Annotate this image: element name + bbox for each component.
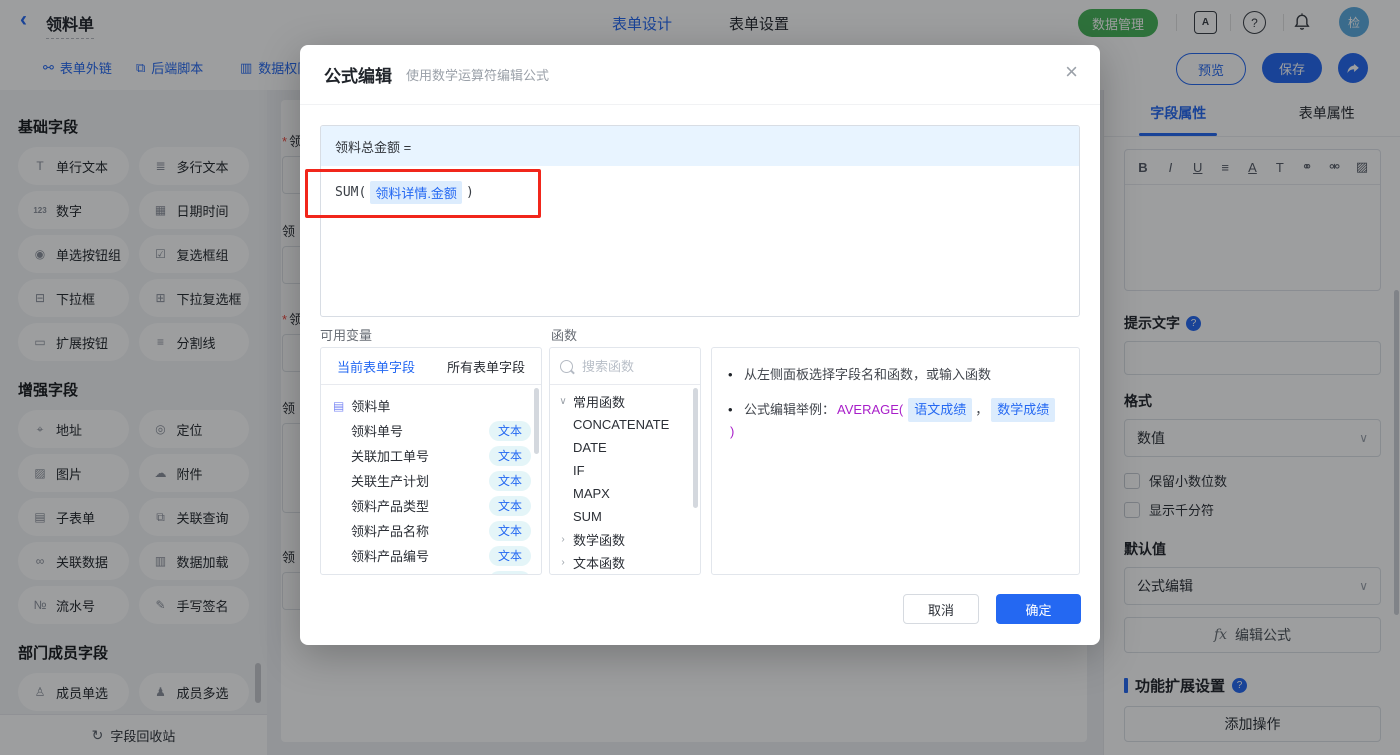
- chevron-right-icon: ›: [561, 534, 565, 545]
- function-item-concatenate[interactable]: CONCATENATE: [550, 413, 700, 436]
- help-panel: • 从左侧面板选择字段名和函数，或输入函数 • 公式编辑举例： AVERAGE(…: [711, 347, 1080, 575]
- variables-scrollbar-thumb[interactable]: [534, 388, 539, 454]
- help-line-1: • 从左侧面板选择字段名和函数，或输入函数: [728, 365, 1063, 385]
- formula-editor-modal: 公式编辑 使用数学运算符编辑公式 × 领料总金额 = SUM( 领料详情.金额 …: [300, 45, 1100, 645]
- variable-row[interactable]: 领料单号 文本: [321, 418, 541, 443]
- example-field-token: 语文成绩: [908, 398, 973, 422]
- variable-row[interactable]: 关联加工单号 文本: [321, 443, 541, 468]
- cancel-button[interactable]: 取消: [903, 594, 979, 624]
- type-tag: 文本: [489, 570, 531, 574]
- app-root: ‹ 领料单 表单设计 表单设置 数据管理 A ? 检 ⚯ 表单外链 ⧉ 后端脚本…: [0, 0, 1400, 755]
- type-tag: 文本: [489, 495, 531, 516]
- formula-editor-box[interactable]: 领料总金额 = SUM( 领料详情.金额 ): [320, 125, 1080, 317]
- functions-scrollbar-thumb[interactable]: [693, 388, 698, 508]
- example-function-close: ): [730, 424, 735, 439]
- function-group-text[interactable]: › 文本函数: [550, 551, 700, 574]
- bullet: •: [728, 402, 733, 417]
- help-line-2: • 公式编辑举例： AVERAGE( 语文成绩 ， 数学成绩 ): [728, 398, 1063, 442]
- function-item-sum[interactable]: SUM: [550, 505, 700, 528]
- close-icon[interactable]: ×: [1065, 59, 1078, 85]
- modal-subtitle: 使用数学运算符编辑公式: [406, 68, 550, 83]
- variable-row[interactable]: 领料产品名称 文本: [321, 518, 541, 543]
- type-tag: 文本: [489, 545, 531, 566]
- type-tag: 文本: [489, 420, 531, 441]
- type-tag: 文本: [489, 445, 531, 466]
- variables-tabs: 当前表单字段 所有表单字段: [321, 348, 541, 385]
- function-item-mapx[interactable]: MAPX: [550, 482, 700, 505]
- type-tag: 文本: [489, 520, 531, 541]
- type-tag: 文本: [489, 470, 531, 491]
- formula-target-band: 领料总金额 =: [321, 126, 1079, 166]
- variables-list: ▤ 领料单 领料单号 文本 关联加工单号 文本 关联生产计划 文本 领料产品类型 文本 …: [321, 385, 541, 574]
- function-group-common[interactable]: ∨ 常用函数: [550, 390, 700, 413]
- form-doc-icon: ▤: [333, 398, 345, 413]
- functions-tree: ∨ 常用函数 CONCATENATE DATE IF MAPX SUM › 数学…: [550, 385, 700, 574]
- variables-panel: 当前表单字段 所有表单字段 ▤ 领料单 领料单号 文本 关联加工单号 文本 关联生产…: [320, 347, 542, 575]
- bullet: •: [728, 367, 733, 382]
- chevron-down-icon: ∨: [559, 396, 567, 407]
- functions-label: 函数: [551, 328, 578, 343]
- modal-header: 公式编辑 使用数学运算符编辑公式: [300, 45, 1100, 105]
- function-item-if[interactable]: IF: [550, 459, 700, 482]
- search-icon: [560, 359, 573, 373]
- example-function-open: AVERAGE(: [837, 402, 904, 417]
- function-group-math[interactable]: › 数学函数: [550, 528, 700, 551]
- function-item-date[interactable]: DATE: [550, 436, 700, 459]
- tab-all-form-fields[interactable]: 所有表单字段: [431, 348, 541, 384]
- functions-panel: ∨ 常用函数 CONCATENATE DATE IF MAPX SUM › 数学…: [549, 347, 701, 575]
- function-search-input[interactable]: [580, 357, 684, 375]
- example-field-token: 数学成绩: [991, 398, 1056, 422]
- function-search: [550, 348, 700, 385]
- variables-label: 可用变量: [320, 328, 373, 343]
- variable-row[interactable]: 领料产品类型 文本: [321, 493, 541, 518]
- variable-row[interactable]: 关联生产计划 文本: [321, 468, 541, 493]
- variable-row[interactable]: 领料产品编号 文本: [321, 543, 541, 568]
- modal-title: 公式编辑: [324, 67, 392, 86]
- variable-row-partial[interactable]: 文本: [321, 568, 541, 574]
- variables-root-item[interactable]: ▤ 领料单: [321, 393, 541, 418]
- chevron-right-icon: ›: [561, 557, 565, 568]
- tab-current-form-fields[interactable]: 当前表单字段: [321, 348, 431, 384]
- confirm-button[interactable]: 确定: [996, 594, 1081, 624]
- annotation-red-box: [305, 169, 541, 218]
